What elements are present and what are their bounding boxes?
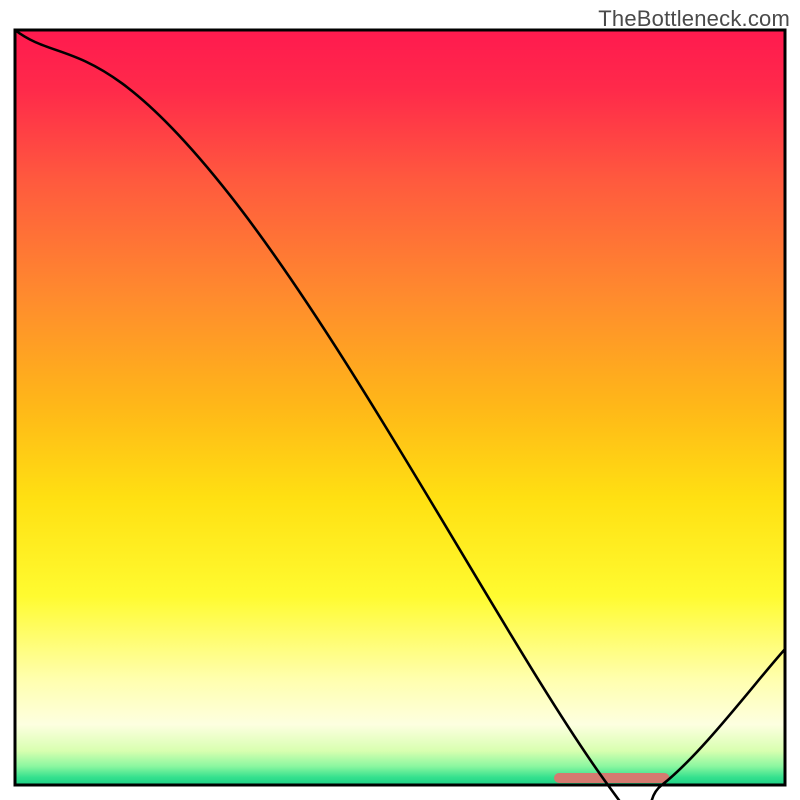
bottleneck-curve-plot: [0, 0, 800, 800]
chart-frame: TheBottleneck.com: [0, 0, 800, 800]
optimal-band-marker: [554, 773, 670, 783]
watermark-label: TheBottleneck.com: [598, 6, 790, 32]
chart-background: [15, 30, 785, 785]
